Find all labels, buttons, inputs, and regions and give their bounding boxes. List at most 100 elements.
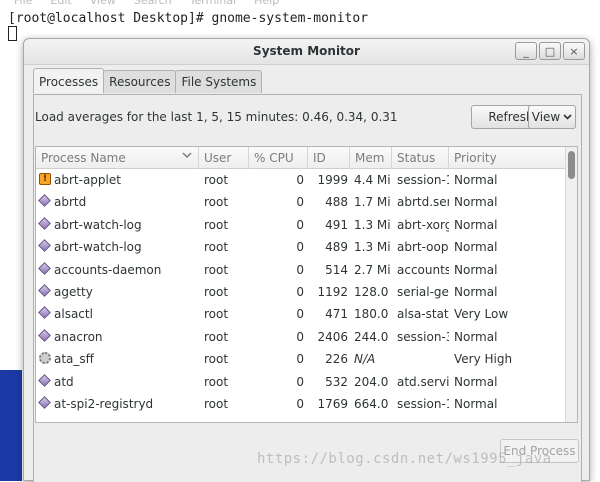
process-id: 1192 xyxy=(317,284,348,299)
terminal-menu-edit[interactable]: Edit xyxy=(50,0,71,8)
process-status: alsa-state xyxy=(397,307,449,322)
column-header-user[interactable]: User xyxy=(199,147,249,169)
process-icon xyxy=(38,216,51,230)
process-user: root xyxy=(204,374,229,389)
process-priority: Very Low xyxy=(454,307,509,322)
process-icon xyxy=(38,373,51,387)
process-mem: 180.0 xyxy=(354,307,389,322)
process-icon xyxy=(38,261,51,275)
terminal-menu-view[interactable]: View xyxy=(90,0,116,8)
process-mem: 664.0 xyxy=(354,396,389,411)
column-header-status[interactable]: Status xyxy=(392,147,449,169)
terminal-menu-help[interactable]: Help xyxy=(254,0,279,8)
tab-processes[interactable]: Processes xyxy=(33,68,105,93)
process-status: serial-get xyxy=(397,284,449,299)
scrollbar-thumb[interactable] xyxy=(568,151,575,179)
view-button-label: View xyxy=(531,110,561,124)
process-mem: 4.4 Mi xyxy=(354,173,391,187)
process-status: session-3 xyxy=(397,329,449,344)
table-row[interactable]: abrt-watch-log root 0 489 1.3 Mi abrt-oo… xyxy=(36,236,566,258)
view-menu-button[interactable]: View xyxy=(528,105,576,129)
terminal-menu-file[interactable]: File xyxy=(14,0,32,8)
system-monitor-window: System Monitor _ □ × Processes Resources… xyxy=(23,38,590,482)
process-priority: Normal xyxy=(454,240,498,255)
table-row[interactable]: ! abrt-applet root 0 1999 4.4 Mi session… xyxy=(36,169,566,191)
process-name: alsactl xyxy=(54,307,93,322)
abrt-applet-icon: ! xyxy=(39,173,51,185)
column-header-cpu[interactable]: % CPU xyxy=(249,147,308,169)
column-header-mem[interactable]: Mem xyxy=(350,147,392,169)
chevron-down-icon xyxy=(563,114,572,120)
process-mem: 1.3 Mi xyxy=(354,240,391,255)
process-status: session-1 xyxy=(397,173,449,187)
process-mem: 1.3 Mi xyxy=(354,217,391,232)
process-name: abrt-watch-log xyxy=(54,217,142,232)
process-status: abrt-xorg xyxy=(397,217,449,232)
process-priority: Normal xyxy=(454,396,498,411)
process-mem: 244.0 xyxy=(354,329,389,344)
table-row[interactable]: alsactl root 0 471 180.0 alsa-state Very… xyxy=(36,303,566,325)
process-priority: Very High xyxy=(454,352,513,367)
process-cpu: 0 xyxy=(296,307,304,322)
terminal-menubar: File Edit View Search Terminal Help xyxy=(0,0,600,8)
process-id: 471 xyxy=(325,307,348,322)
process-list[interactable]: Process Name User % CPU ID Mem Status Pr… xyxy=(35,146,578,423)
process-cpu: 0 xyxy=(296,217,304,232)
process-cpu: 0 xyxy=(296,195,304,210)
process-priority: Normal xyxy=(454,173,498,187)
process-cpu: 0 xyxy=(296,262,304,277)
column-header-priority[interactable]: Priority xyxy=(449,147,566,169)
gear-icon xyxy=(39,352,51,365)
tab-resources[interactable]: Resources xyxy=(103,70,177,93)
process-icon xyxy=(38,396,51,409)
process-user: root xyxy=(204,217,229,232)
process-icon xyxy=(38,328,51,342)
process-priority: Normal xyxy=(454,217,498,232)
process-name: abrt-applet xyxy=(54,173,121,187)
process-status: accounts- xyxy=(397,262,449,277)
process-user: root xyxy=(204,262,229,277)
desktop-background xyxy=(0,370,22,481)
window-title: System Monitor xyxy=(253,44,360,58)
process-user: root xyxy=(204,173,229,187)
tab-bar: Processes Resources File Systems xyxy=(33,68,263,93)
process-priority: Normal xyxy=(454,284,498,299)
process-name: anacron xyxy=(54,329,103,344)
table-row[interactable]: anacron root 0 2406 244.0 session-3 Norm… xyxy=(36,326,566,348)
column-header-process-name[interactable]: Process Name xyxy=(36,147,199,169)
title-bar[interactable]: System Monitor _ □ × xyxy=(24,39,589,65)
table-row[interactable]: ata_sff root 0 226 N/A Very High xyxy=(36,348,566,370)
process-status: atd.servic xyxy=(397,374,449,389)
process-user: root xyxy=(204,284,229,299)
terminal-menu-search[interactable]: Search xyxy=(134,0,172,8)
table-row[interactable]: agetty root 0 1192 128.0 serial-get Norm… xyxy=(36,281,566,303)
minimize-button[interactable]: _ xyxy=(515,42,537,60)
process-status: abrt-oops xyxy=(397,240,449,255)
process-cpu: 0 xyxy=(296,352,304,367)
table-row[interactable]: abrtd root 0 488 1.7 Mi abrtd.ser’ Norma… xyxy=(36,191,566,213)
column-header-id[interactable]: ID xyxy=(308,147,350,169)
process-mem: 204.0 xyxy=(354,374,389,389)
table-row[interactable]: atd root 0 532 204.0 atd.servic Normal xyxy=(36,371,566,393)
process-mem: 128.0 xyxy=(354,284,389,299)
table-row[interactable]: abrt-watch-log root 0 491 1.3 Mi abrt-xo… xyxy=(36,214,566,236)
process-mem: 1.7 Mi xyxy=(354,195,391,210)
terminal-menu-terminal[interactable]: Terminal xyxy=(190,0,237,8)
process-id: 491 xyxy=(325,217,348,232)
process-user: root xyxy=(204,240,229,255)
process-cpu: 0 xyxy=(296,396,304,411)
process-id: 488 xyxy=(325,195,348,210)
sort-indicator-icon xyxy=(182,152,192,159)
close-button[interactable]: × xyxy=(563,42,585,60)
column-header-process-name-label: Process Name xyxy=(41,151,126,165)
vertical-scrollbar[interactable] xyxy=(565,147,577,422)
process-priority: Normal xyxy=(454,329,498,344)
terminal-command-line[interactable]: [root@localhost Desktop]# gnome-system-m… xyxy=(8,11,368,26)
process-mem: N/A xyxy=(354,352,376,367)
process-cpu: 0 xyxy=(296,173,304,187)
maximize-button[interactable]: □ xyxy=(539,42,561,60)
process-name: accounts-daemon xyxy=(54,262,162,277)
table-row[interactable]: accounts-daemon root 0 514 2.7 Mi accoun… xyxy=(36,259,566,281)
tab-file-systems[interactable]: File Systems xyxy=(175,70,263,93)
table-row[interactable]: at-spi2-registryd root 0 1769 664.0 sess… xyxy=(36,393,566,415)
